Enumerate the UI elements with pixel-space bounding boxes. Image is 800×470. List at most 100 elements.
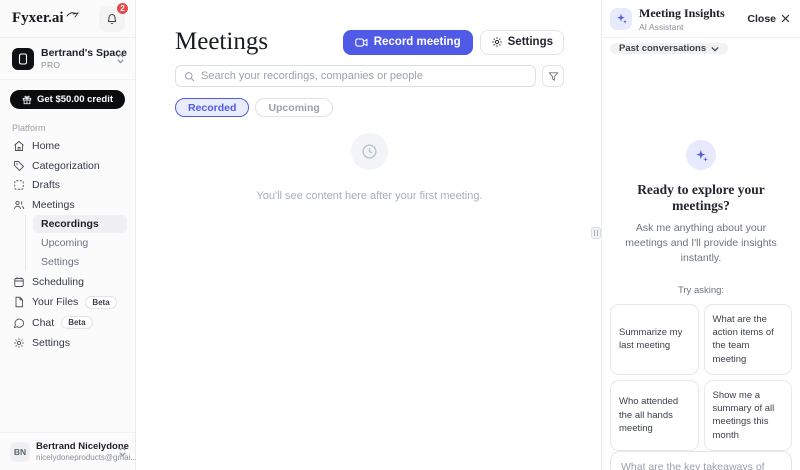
avatar: BN xyxy=(10,441,30,462)
suggestion-cards: Summarize my last meeting What are the a… xyxy=(610,303,792,452)
sidebar-item-scheduling[interactable]: Scheduling xyxy=(8,273,127,291)
bell-icon xyxy=(107,13,117,24)
sidebar-item-drafts[interactable]: Drafts xyxy=(8,176,127,194)
assistant-body: Past conversations Ready to explore your… xyxy=(602,38,800,470)
sidebar-item-categorization[interactable]: Categorization xyxy=(8,157,127,175)
title-actions: Record meeting Settings xyxy=(342,29,564,55)
user-menu[interactable]: BN Bertrand Nicelydone nicelydoneproduct… xyxy=(0,432,138,470)
workspace-icon xyxy=(12,47,34,70)
pill-upcoming[interactable]: Upcoming xyxy=(255,98,333,117)
draft-icon xyxy=(14,180,24,190)
calendar-icon xyxy=(14,277,24,287)
suggestion-card[interactable]: What are the action items of the team me… xyxy=(703,303,792,375)
pill-recorded[interactable]: Recorded xyxy=(175,98,250,117)
past-conversations-label: Past conversations xyxy=(619,43,707,54)
beta-badge: Beta xyxy=(85,295,117,309)
sidebar-subitem-settings[interactable]: Settings xyxy=(33,253,127,271)
chevron-updown-icon xyxy=(119,446,126,457)
close-label: Close xyxy=(747,12,776,25)
sidebar-subitem-label: Settings xyxy=(41,256,79,268)
user-name: Bertrand Nicelydone xyxy=(36,441,129,452)
sidebar-item-your-files[interactable]: Your Files Beta xyxy=(8,293,127,312)
sparkle-icon xyxy=(695,149,708,161)
assistant-panel: Meeting Insights AI Assistant Close Past… xyxy=(601,0,800,470)
sidebar-item-label: Chat xyxy=(32,316,55,329)
sidebar-subitem-label: Upcoming xyxy=(41,237,89,249)
get-credit-button[interactable]: Get $50.00 credit xyxy=(10,90,125,109)
sidebar-subitem-recordings[interactable]: Recordings xyxy=(33,215,127,233)
ai-sparkle-chip xyxy=(610,7,632,30)
sidebar-item-label: Home xyxy=(32,140,61,152)
hero-sparkle-circle xyxy=(686,140,716,170)
workspace-selector[interactable]: Bertrand's Space PRO xyxy=(0,38,135,80)
app-logo-text: Fyxer.ai xyxy=(12,10,64,26)
try-asking-label: Try asking: xyxy=(677,284,725,296)
sidebar-item-home[interactable]: Home xyxy=(8,137,127,155)
main-content: Meetings Record meeting Settings Search … xyxy=(136,0,601,470)
meeting-settings-button[interactable]: Settings xyxy=(479,29,564,55)
assistant-title: Meeting Insights xyxy=(639,5,725,20)
close-panel-button[interactable]: Close xyxy=(747,13,790,25)
settings-button-label: Settings xyxy=(507,36,553,48)
filter-pills: Recorded Upcoming xyxy=(175,98,564,117)
gear-icon xyxy=(14,337,24,348)
panel-resize-handle[interactable] xyxy=(591,227,601,239)
home-icon xyxy=(14,140,24,151)
search-box xyxy=(175,65,536,87)
close-icon xyxy=(781,14,790,23)
assistant-subtitle: AI Assistant xyxy=(639,21,684,32)
search-row xyxy=(175,65,564,87)
record-meeting-button[interactable]: Record meeting xyxy=(342,29,473,55)
chevron-down-icon xyxy=(711,46,719,51)
logo-doodle-icon xyxy=(66,12,79,18)
sidebar-subitem-label: Recordings xyxy=(41,218,99,230)
assistant-input[interactable] xyxy=(610,451,792,470)
meetings-submenu: Recordings Upcoming Settings xyxy=(25,215,127,271)
user-email: nicelydoneproducts@gmai... xyxy=(36,453,138,462)
sidebar-header: Fyxer.ai 2 xyxy=(0,0,135,38)
sidebar-nav: Home Categorization Drafts Meetings Reco… xyxy=(0,137,135,353)
sidebar-item-label: Scheduling xyxy=(32,276,84,288)
assistant-description: Ask me anything about your meetings and … xyxy=(625,222,777,265)
gear-icon xyxy=(491,37,502,47)
get-credit-label: Get $50.00 credit xyxy=(36,94,114,105)
search-icon xyxy=(185,71,195,81)
empty-state: You'll see content here after your first… xyxy=(175,133,564,202)
sidebar-item-label: Categorization xyxy=(32,159,100,172)
sidebar-section-label: Platform xyxy=(12,123,46,133)
notifications-button[interactable]: 2 xyxy=(99,1,129,32)
filter-button[interactable] xyxy=(542,65,564,87)
gift-icon xyxy=(22,95,32,104)
main-header: Meetings Record meeting Settings xyxy=(175,28,564,56)
sidebar-item-settings[interactable]: Settings xyxy=(8,334,127,352)
app-window: Fyxer.ai 2 Bertrand's Space PRO Get $50.… xyxy=(0,0,800,470)
tag-icon xyxy=(14,160,25,171)
assistant-input-area xyxy=(610,451,792,470)
sidebar-subitem-upcoming[interactable]: Upcoming xyxy=(33,234,127,252)
chevron-updown-icon xyxy=(117,53,124,64)
workspace-plan: PRO xyxy=(41,60,61,70)
funnel-icon xyxy=(547,71,559,81)
sidebar-item-label: Settings xyxy=(32,336,70,349)
suggestion-card[interactable]: Who attended the all hands meeting xyxy=(610,379,699,452)
notification-badge: 2 xyxy=(116,1,129,15)
app-logo: Fyxer.ai xyxy=(12,10,79,27)
suggestion-card[interactable]: Show me a summary of all meetings this m… xyxy=(703,379,792,452)
suggestion-card[interactable]: Summarize my last meeting xyxy=(610,303,699,375)
assistant-heading: Ready to explore your meetings? xyxy=(637,182,765,213)
people-icon xyxy=(14,200,25,209)
workspace-meta: Bertrand's Space PRO xyxy=(41,47,127,70)
sidebar-item-meetings[interactable]: Meetings xyxy=(8,196,127,214)
empty-state-text: You'll see content here after your first… xyxy=(256,190,483,202)
video-camera-icon xyxy=(354,37,368,47)
sidebar-item-label: Your Files xyxy=(32,296,79,308)
sidebar-item-label: Meetings xyxy=(32,198,75,211)
sidebar: Fyxer.ai 2 Bertrand's Space PRO Get $50.… xyxy=(0,0,138,470)
search-input[interactable] xyxy=(201,70,527,82)
past-conversations-button[interactable]: Past conversations xyxy=(610,43,729,54)
page-title: Meetings xyxy=(175,28,269,55)
sidebar-item-chat[interactable]: Chat Beta xyxy=(8,313,127,332)
record-meeting-label: Record meeting xyxy=(373,36,461,48)
empty-state-circle xyxy=(351,133,388,170)
